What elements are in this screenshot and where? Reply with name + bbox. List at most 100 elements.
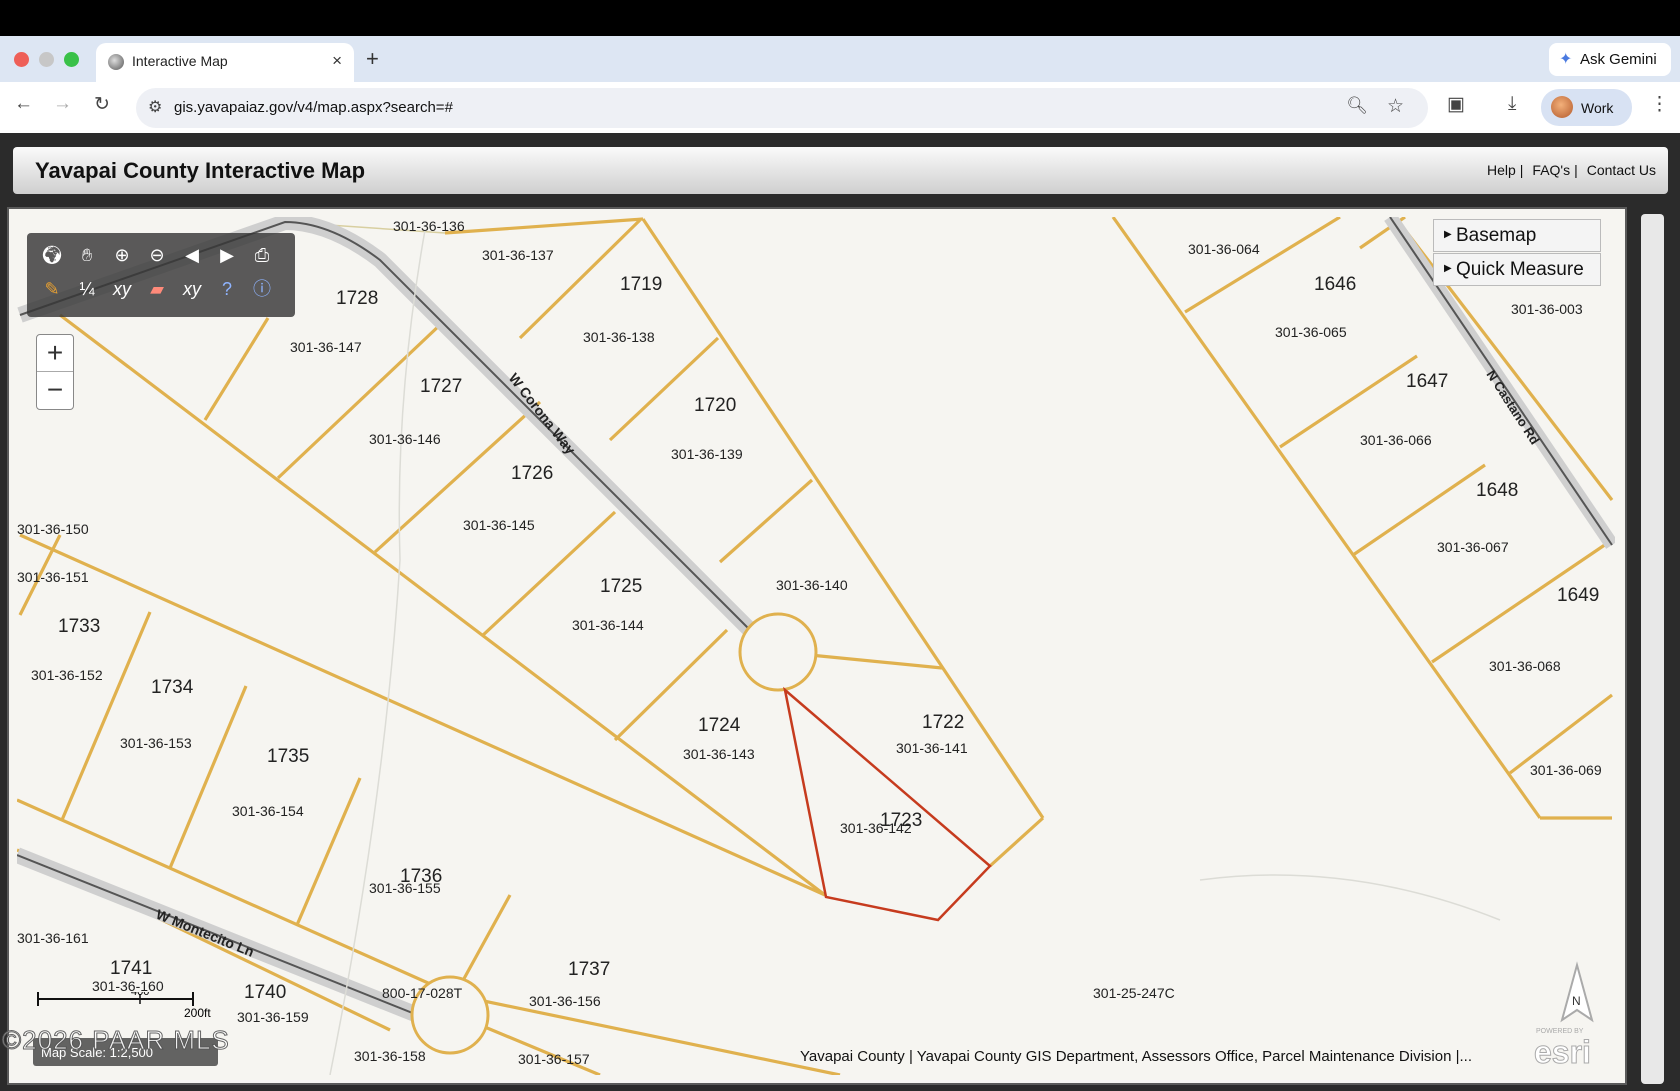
lot-label: 1724 [698,715,741,736]
parcel-label: 301-36-143 [683,746,755,762]
profile-button[interactable]: Work [1541,89,1632,126]
back-arrow-icon[interactable]: ← [14,93,33,115]
tab-close-button[interactable]: × [332,51,342,71]
xy-locate-icon[interactable]: xy [179,276,205,302]
header-links: Help | FAQ's | Contact Us [1483,162,1656,178]
close-window-button[interactable] [14,52,29,67]
gemini-sparkle-icon: ✦ [1559,51,1573,68]
parcel-label: 301-36-151 [17,569,89,585]
parcel-label: 301-36-150 [17,521,89,537]
parcel-label: 301-36-152 [31,667,103,683]
lot-label: 1719 [620,274,662,295]
parcel-label: 301-36-064 [1188,241,1260,257]
help-link[interactable]: Help [1487,162,1516,178]
zoom-magnifier-icon[interactable]: 🔍︎ [1346,96,1368,116]
expand-triangle-icon: ▶ [1444,229,1452,240]
parcel-label: 301-36-156 [529,993,601,1009]
esri-logo: N POWERED BY esri [1534,961,1594,1070]
parcel-label: 301-36-145 [463,517,535,533]
lot-label: 1720 [694,395,736,416]
parcel-label: 301-36-068 [1489,658,1561,674]
print-icon[interactable]: ⎙ [249,242,275,268]
parcel-label: 301-25-247C [1093,985,1175,1001]
parcel-label: 301-36-137 [482,247,554,263]
parcel-label: 301-36-154 [232,803,304,819]
new-tab-button[interactable]: + [366,46,379,72]
expand-triangle-icon: ▶ [1444,263,1452,274]
lot-label: 1648 [1476,480,1518,501]
next-extent-icon[interactable]: ▶ [214,242,240,268]
help-question-icon[interactable]: ? [214,276,240,302]
xy-coordinate-icon[interactable]: xy [109,276,135,302]
parcel-label: 301-36-158 [354,1048,426,1064]
reload-icon[interactable]: ↻ [94,93,110,116]
quick-measure-button[interactable]: ▶ Quick Measure [1433,253,1601,286]
download-icon[interactable]: ⤓ [1508,93,1516,115]
parcel-label: 301-36-140 [776,577,848,593]
avatar [1551,96,1573,118]
lot-label: 1741 [110,958,152,979]
pan-hand-icon[interactable]: ✋︎ [74,242,100,268]
parcel-label: 301-36-157 [518,1051,590,1067]
parcel-label: 301-36-161 [17,930,89,946]
lot-label: 1646 [1314,274,1356,295]
map-canvas[interactable]: 301-36-137 301-36-136 1719 301-36-138 17… [17,217,1615,1075]
url-text[interactable]: gis.yavapaiaz.gov/v4/map.aspx?search=# [174,99,453,116]
parcel-label: 301-36-155 [369,880,441,896]
maximize-window-button[interactable] [64,52,79,67]
page-scrollbar[interactable] [1641,214,1664,1084]
globe-full-extent-icon[interactable]: 🌍︎ [39,242,65,268]
info-icon[interactable]: ⓘ [249,276,275,302]
faq-link[interactable]: FAQ's [1532,162,1570,178]
lot-label: 1647 [1406,371,1448,392]
link-separator: | [1574,162,1578,178]
esri-brand: esri [1534,1034,1591,1070]
map-attribution: Yavapai County | Yavapai County GIS Depa… [800,1048,1473,1065]
parcel-label: 301-36-144 [572,617,644,633]
browser-tab[interactable]: Interactive Map × [96,43,354,82]
zoom-out-button[interactable]: − [37,372,73,409]
cast-search-icon[interactable]: ▣ [1447,93,1465,116]
lot-label: 1649 [1557,585,1599,606]
previous-extent-icon[interactable]: ◀ [179,242,205,268]
address-bar[interactable]: ⚙ gis.yavapaiaz.gov/v4/map.aspx?search=#… [136,88,1428,128]
site-settings-icon[interactable]: ⚙ [148,97,162,117]
page-title: Yavapai County Interactive Map [35,158,366,183]
parcel-label: 301-36-142 [840,820,912,836]
parcel-label: 301-36-147 [290,339,362,355]
bookmark-star-icon[interactable]: ☆ [1387,95,1404,118]
zoom-out-tool-icon[interactable]: ⊖ [144,242,170,268]
lot-label: 1737 [568,959,610,980]
measure-ruler-icon[interactable]: ✎ [39,276,65,302]
parcel-label: 301-36-069 [1530,762,1602,778]
north-label: N [1572,994,1581,1008]
tab-title: Interactive Map [132,53,228,69]
quick-measure-label: Quick Measure [1456,259,1584,280]
parcel-label: 301-36-136 [393,218,465,234]
basemap-button[interactable]: ▶ Basemap [1433,219,1601,252]
contact-link[interactable]: Contact Us [1587,162,1656,178]
ask-gemini-button[interactable]: ✦ Ask Gemini [1549,43,1671,76]
parcel-label: 301-36-003 [1511,301,1583,317]
zoom-in-tool-icon[interactable]: ⊕ [109,242,135,268]
more-menu-icon[interactable]: ⋮ [1650,93,1669,116]
zoom-control: + − [36,334,74,410]
parcel-label: 800-17-028T [382,985,463,1001]
link-separator: | [1519,162,1524,178]
lot-label: 1728 [336,288,378,309]
quarter-section-icon[interactable]: ¼ [74,276,100,302]
eraser-icon[interactable]: ▰ [144,276,170,302]
basemap-label: Basemap [1456,225,1537,246]
lot-label: 1725 [600,576,642,597]
profile-label: Work [1581,100,1614,116]
lot-label: 1722 [922,712,964,733]
zoom-in-button[interactable]: + [37,335,73,372]
minimize-window-button[interactable] [39,52,54,67]
mls-watermark: ©2026 PAAR MLS [2,1025,230,1056]
parcel-label: 301-36-067 [1437,539,1509,555]
lot-label: 1735 [267,746,309,767]
forward-arrow-icon[interactable]: → [53,93,72,115]
parcel-label: 301-36-146 [369,431,441,447]
parcel-label: 301-36-159 [237,1009,309,1025]
screen-top-bar [0,0,1680,36]
